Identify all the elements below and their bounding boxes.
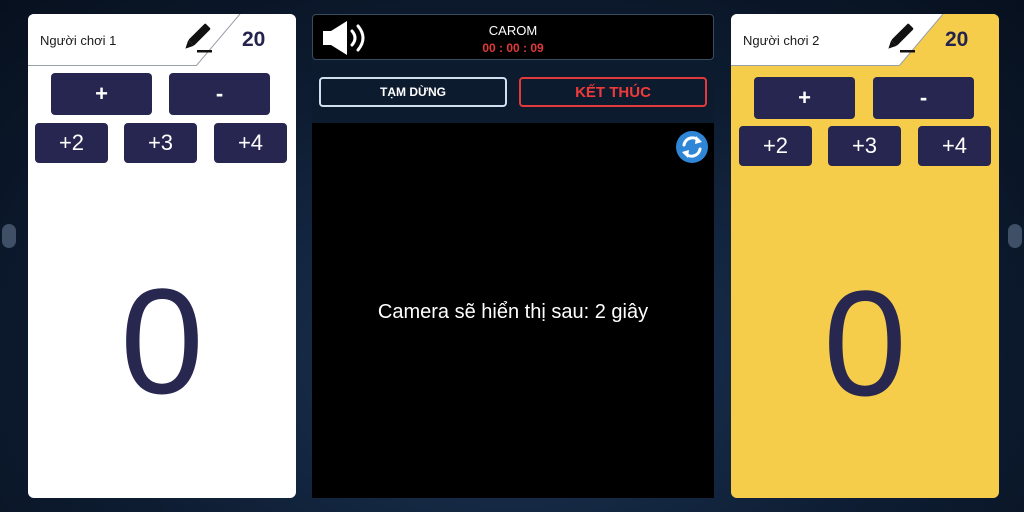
match-controls: TẠM DỪNG KẾT THÚC — [312, 60, 714, 123]
player1-name[interactable]: Người chơi 1 — [28, 14, 116, 66]
player1-panel: Người chơi 1 20 + - +2 +3 +4 0 — [28, 14, 296, 498]
player1-plus-button[interactable]: + — [51, 73, 152, 115]
player2-minus-button[interactable]: - — [873, 77, 974, 119]
player2-header: Người chơi 2 20 — [731, 14, 999, 66]
camera-countdown-message: Camera sẽ hiển thị sau: 2 giây — [377, 301, 649, 323]
player1-plus4-button[interactable]: +4 — [214, 123, 287, 163]
left-drawer-handle[interactable] — [2, 224, 16, 248]
pause-button[interactable]: TẠM DỪNG — [319, 77, 507, 107]
player1-minus-button[interactable]: - — [169, 73, 270, 115]
player1-plus2-button[interactable]: +2 — [35, 123, 108, 163]
player1-plus3-button[interactable]: +3 — [124, 123, 197, 163]
pencil-icon[interactable] — [178, 20, 214, 56]
player1-header: Người chơi 1 20 — [28, 14, 296, 66]
match-timer: 00 : 00 : 09 — [482, 41, 544, 55]
player1-score: 0 — [120, 257, 204, 425]
player2-panel: Người chơi 2 20 + - +2 +3 +4 0 — [731, 14, 999, 498]
pencil-icon[interactable] — [881, 20, 917, 56]
player2-target-score: 20 — [945, 28, 969, 51]
refresh-icon[interactable] — [675, 130, 709, 164]
match-panel: CAROM 00 : 00 : 09 TẠM DỪNG KẾT THÚC Cam… — [312, 14, 714, 498]
right-drawer-handle[interactable] — [1008, 224, 1022, 248]
player2-name[interactable]: Người chơi 2 — [731, 14, 819, 66]
end-game-button[interactable]: KẾT THÚC — [519, 77, 707, 107]
player2-plus3-button[interactable]: +3 — [828, 126, 901, 166]
player1-target-score: 20 — [242, 28, 266, 51]
player2-plus4-button[interactable]: +4 — [918, 126, 991, 166]
player2-plus2-button[interactable]: +2 — [739, 126, 812, 166]
player2-plus-button[interactable]: + — [754, 77, 855, 119]
camera-view: Camera sẽ hiển thị sau: 2 giây — [312, 123, 714, 498]
match-header: CAROM 00 : 00 : 09 — [312, 14, 714, 60]
game-type-label: CAROM — [488, 23, 538, 38]
player2-score: 0 — [823, 259, 907, 427]
